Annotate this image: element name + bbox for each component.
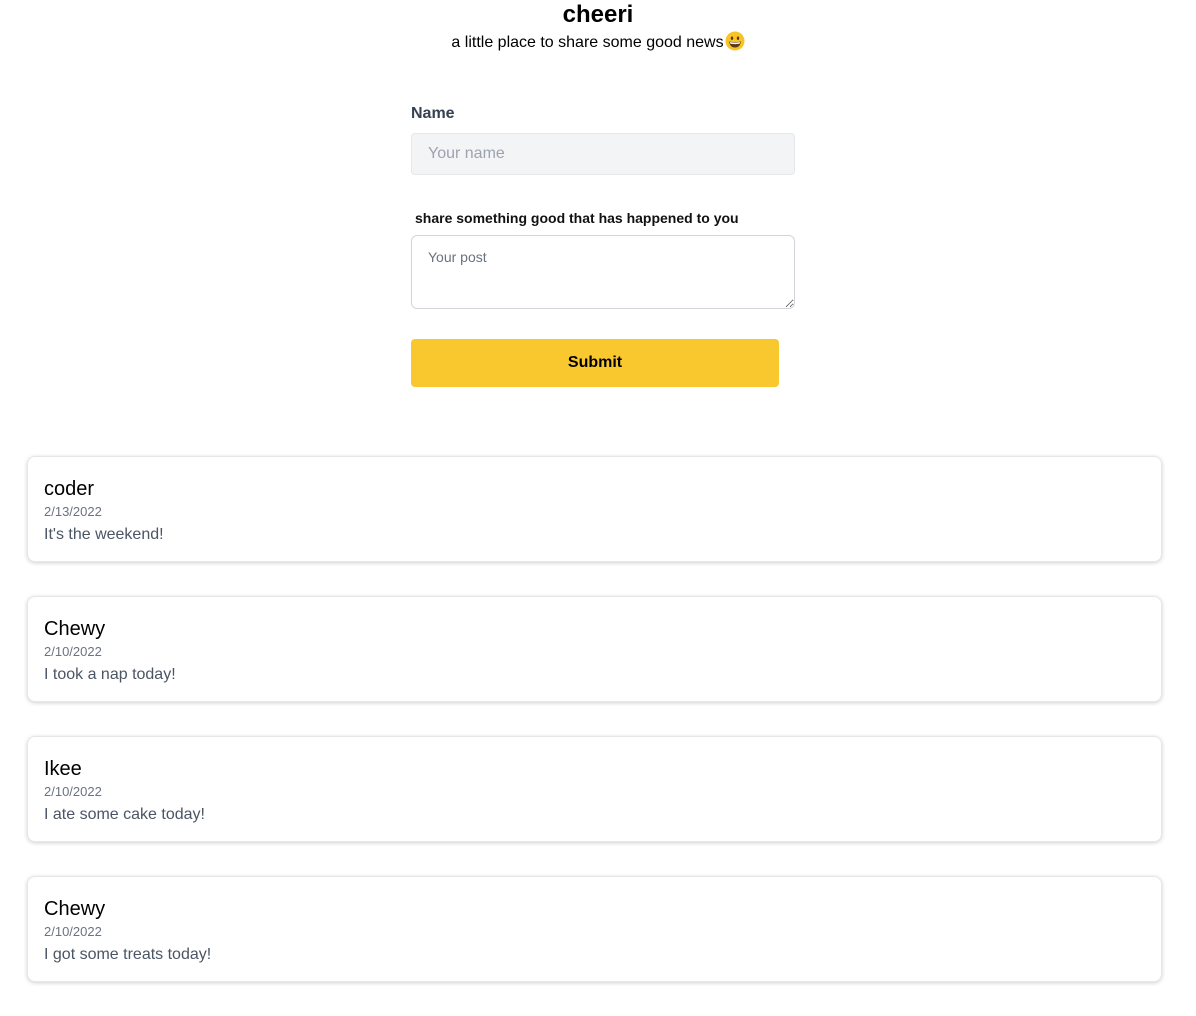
post-feed: coder 2/13/2022 It's the weekend! Chewy …: [27, 456, 1162, 1016]
post-card: Chewy 2/10/2022 I took a nap today!: [27, 596, 1162, 702]
post-text: It's the weekend!: [44, 526, 164, 543]
post-label: share something good that has happened t…: [415, 210, 739, 226]
post-author: Chewy: [44, 618, 106, 640]
post-date: 2/10/2022: [44, 644, 102, 659]
post-date: 2/13/2022: [44, 504, 102, 519]
post-card: coder 2/13/2022 It's the weekend!: [27, 456, 1162, 562]
post-text: I ate some cake today!: [44, 806, 205, 823]
tagline-text: a little place to share some good news: [451, 34, 724, 51]
post-text: I got some treats today!: [44, 946, 212, 963]
post-author: Ikee: [44, 758, 82, 780]
grinning-face-icon: [725, 31, 745, 51]
post-author: coder: [44, 478, 95, 500]
tagline: a little place to share some good news: [0, 31, 1196, 54]
submit-button[interactable]: Submit: [411, 339, 779, 387]
post-author: Chewy: [44, 898, 106, 920]
post-text: I took a nap today!: [44, 666, 176, 683]
post-date: 2/10/2022: [44, 784, 102, 799]
name-input[interactable]: [411, 133, 795, 175]
post-date: 2/10/2022: [44, 924, 102, 939]
app-title: cheeri: [562, 1, 634, 28]
post-card: Chewy 2/10/2022 I got some treats today!: [27, 876, 1162, 982]
post-textarea[interactable]: [411, 235, 795, 309]
post-card: Ikee 2/10/2022 I ate some cake today!: [27, 736, 1162, 842]
name-label: Name: [411, 105, 455, 122]
